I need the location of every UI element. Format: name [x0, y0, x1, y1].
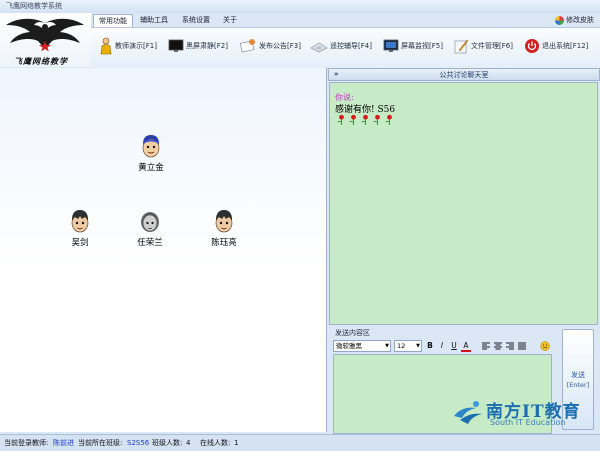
student-item[interactable]: 吴剑	[56, 209, 104, 248]
tab-tools[interactable]: 辅助工具	[137, 14, 171, 27]
emoticon-icon[interactable]	[540, 341, 550, 351]
font-color-button[interactable]: A	[461, 340, 471, 352]
remote-tutoring-label: 遥控辅导[F4]	[330, 42, 372, 50]
status-bar: 当前登录教师: 陈前进 当前所在班级: S2S56 班级人数: 4 在线人数: …	[0, 434, 600, 451]
student-avatar-icon	[71, 210, 89, 233]
online-count: 1	[234, 439, 239, 447]
send-label: 发送	[571, 371, 585, 379]
italic-button[interactable]: I	[437, 340, 447, 352]
bold-button[interactable]: B	[425, 340, 435, 352]
tab-settings[interactable]: 系统设置	[179, 14, 213, 27]
black-screen-label: 黑屏肃静[F2]	[186, 42, 228, 50]
underline-button[interactable]: U	[449, 340, 459, 352]
file-manager-label: 文件管理[F6]	[471, 42, 513, 50]
font-size-value: 12	[397, 342, 406, 350]
font-family-value: 微软雅黑	[336, 342, 362, 350]
student-name: 吴剑	[71, 238, 89, 248]
announcement-label: 发布公告[F3]	[259, 42, 301, 50]
file-manager-icon	[454, 39, 469, 54]
rose-icon	[361, 114, 368, 125]
student-panel: 黄立金 吴剑 任荣兰 陈珏亮	[0, 68, 327, 432]
align-left-icon[interactable]	[482, 342, 490, 350]
font-size-select[interactable]: 12 ▼	[394, 340, 422, 352]
class-label: 当前所在班级:	[78, 439, 123, 447]
student-avatar-icon	[142, 135, 160, 158]
remote-tutoring-button[interactable]: 遥控辅导[F4]	[310, 36, 372, 56]
chevron-down-icon: ▼	[416, 343, 420, 349]
screen-monitor-button[interactable]: 屏幕监视[F5]	[383, 36, 443, 56]
window-controls[interactable]	[596, 0, 597, 1]
watermark-en: South IT Education	[490, 418, 566, 427]
chat-header: » 公共讨论聊天室	[328, 68, 600, 81]
rose-icon	[337, 114, 344, 125]
teacher-icon	[100, 37, 112, 55]
message-emoji-row	[336, 114, 395, 125]
student-name: 黄立金	[138, 163, 164, 173]
announcement-button[interactable]: 发布公告[F3]	[239, 36, 301, 56]
teacher-label: 当前登录教师:	[4, 439, 49, 447]
rose-icon	[385, 114, 392, 125]
screen-monitor-icon	[383, 39, 399, 52]
chat-message-area[interactable]: 你说: 感谢有你! S56	[329, 82, 598, 325]
student-item[interactable]: 陈珏亮	[200, 209, 248, 248]
format-toolbar: 微软雅黑 ▼ 12 ▼ B I U A	[333, 340, 557, 353]
tab-about[interactable]: 关于	[219, 14, 241, 27]
align-right-icon[interactable]	[506, 342, 514, 350]
logo-slogan: 飞鹰网络教学	[14, 56, 68, 66]
teacher-demo-button[interactable]: 教师演示[F1]	[99, 36, 157, 56]
title-bar: 飞鹰网络教学系统	[0, 0, 600, 13]
announcement-icon	[239, 39, 255, 53]
watermark-logo-icon	[454, 401, 482, 424]
class-name: S2S56	[127, 439, 150, 447]
monitor-black-icon	[168, 39, 184, 52]
align-center-icon[interactable]	[494, 342, 502, 350]
eagle-icon	[6, 18, 84, 52]
teacher-demo-label: 教师演示[F1]	[115, 42, 157, 50]
file-manager-button[interactable]: 文件管理[F6]	[453, 36, 513, 56]
send-shortcut: [Enter]	[566, 381, 590, 389]
chat-title: 公共讨论聊天室	[439, 71, 489, 79]
class-count-label: 班级人数:	[152, 439, 183, 447]
student-name: 陈珏亮	[211, 238, 237, 248]
rose-icon	[349, 114, 356, 125]
chevron-down-icon: ▼	[385, 343, 389, 349]
student-name: 任荣兰	[137, 238, 163, 248]
exit-system-button[interactable]: 退出系统[F12]	[524, 36, 588, 56]
student-avatar-icon	[215, 210, 233, 233]
screen-monitor-label: 屏幕监视[F5]	[401, 42, 443, 50]
justify-icon[interactable]	[518, 342, 526, 350]
change-skin-label: 修改皮肤	[566, 16, 594, 24]
color-wheel-icon	[555, 15, 564, 25]
student-avatar-icon	[141, 212, 159, 232]
app-logo: 飞鹰网络教学	[0, 13, 91, 67]
change-skin-button[interactable]: 修改皮肤	[555, 15, 594, 25]
tab-common[interactable]: 常用功能	[93, 14, 133, 28]
online-label: 在线人数:	[200, 439, 231, 447]
composer-label: 发送内容区	[335, 329, 370, 337]
black-screen-button[interactable]: 黑屏肃静[F2]	[168, 36, 228, 56]
main-toolbar: 教师演示[F1] 黑屏肃静[F2] 发布公告[F3] 遥控辅导[F4] 屏幕监视…	[91, 27, 600, 69]
rose-icon	[373, 114, 380, 125]
class-count: 4	[186, 439, 191, 447]
exit-system-label: 退出系统[F12]	[542, 42, 589, 50]
remote-keyboard-icon	[310, 42, 328, 53]
power-icon	[525, 39, 539, 53]
teacher-name: 陈前进	[53, 439, 74, 447]
font-family-select[interactable]: 微软雅黑 ▼	[333, 340, 391, 352]
window-title: 飞鹰网络教学系统	[6, 2, 62, 10]
student-item[interactable]: 任荣兰	[126, 209, 174, 248]
student-item[interactable]: 黄立金	[127, 134, 175, 173]
watermark: 南方IT教育 South IT Education	[452, 397, 592, 429]
